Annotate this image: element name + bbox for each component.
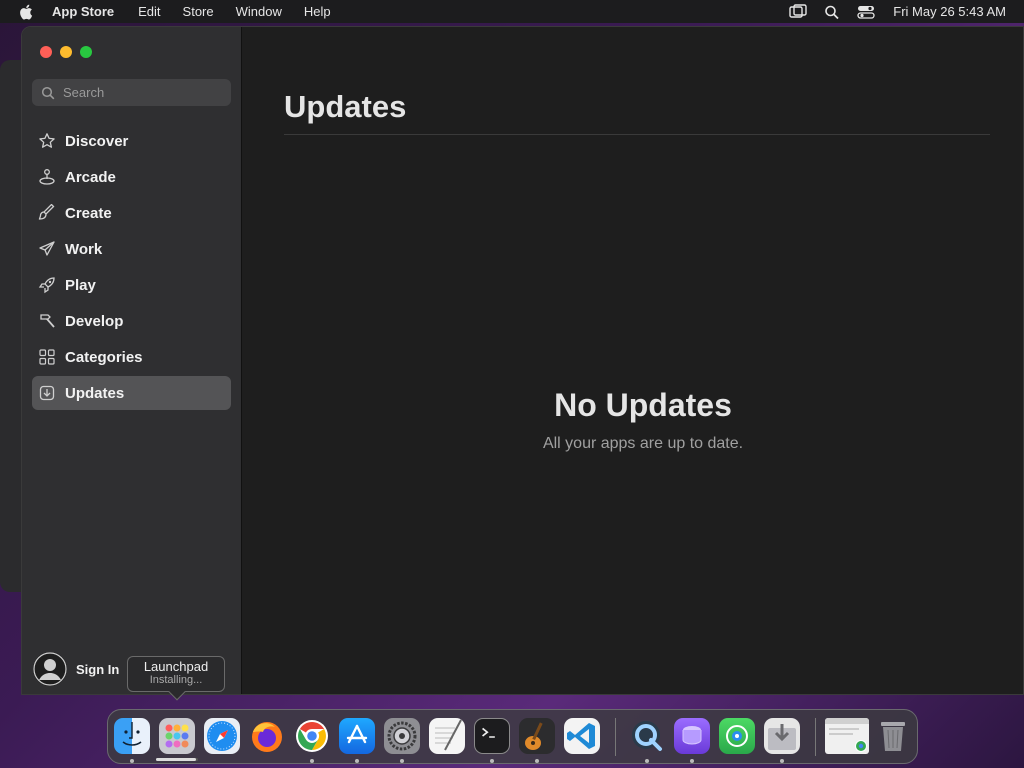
sidebar-item-label: Categories bbox=[65, 348, 143, 366]
sidebar-item-categories[interactable]: Categories bbox=[32, 340, 231, 374]
sidebar-item-label: Updates bbox=[65, 384, 125, 402]
sidebar-item-create[interactable]: Create bbox=[32, 196, 231, 230]
tooltip-tail bbox=[168, 683, 186, 701]
zoom-button[interactable] bbox=[80, 46, 92, 58]
tooltip-title: Launchpad bbox=[143, 659, 209, 674]
edit-menu[interactable]: Edit bbox=[138, 4, 160, 19]
sign-in-button[interactable]: Sign In bbox=[76, 662, 119, 677]
sidebar-item-arcade[interactable]: Arcade bbox=[32, 160, 231, 194]
window-menu[interactable]: Window bbox=[236, 4, 282, 19]
textedit-icon[interactable] bbox=[429, 718, 465, 754]
sidebar-item-label: Discover bbox=[65, 132, 129, 150]
trash-icon[interactable] bbox=[875, 718, 911, 754]
sidebar-item-discover[interactable]: Discover bbox=[32, 124, 231, 158]
store-menu[interactable]: Store bbox=[183, 4, 214, 19]
downloads-folder-icon[interactable] bbox=[764, 718, 800, 754]
search-field[interactable] bbox=[32, 79, 231, 106]
sidebar-item-develop[interactable]: Develop bbox=[32, 304, 231, 338]
app-store-window: Discover Arcade Create Work Play Develop bbox=[21, 26, 1024, 695]
background-window[interactable] bbox=[0, 60, 22, 592]
sidebar: Discover Arcade Create Work Play Develop bbox=[22, 27, 242, 694]
running-indicator bbox=[690, 759, 694, 763]
chrome-icon[interactable] bbox=[294, 718, 330, 754]
running-indicator bbox=[645, 759, 649, 763]
running-indicator bbox=[490, 759, 494, 763]
firefox-icon[interactable] bbox=[249, 718, 285, 754]
system-settings-icon[interactable] bbox=[384, 718, 420, 754]
chrome-window-thumbnail-icon[interactable] bbox=[825, 718, 869, 754]
empty-state-subtitle: All your apps are up to date. bbox=[542, 435, 744, 452]
title-divider bbox=[284, 134, 990, 135]
grid-icon bbox=[39, 349, 55, 365]
dock-separator bbox=[615, 718, 616, 756]
finder-icon[interactable] bbox=[114, 718, 150, 754]
search-icon bbox=[41, 86, 55, 99]
sidebar-nav: Discover Arcade Create Work Play Develop bbox=[32, 124, 231, 412]
paper-plane-icon bbox=[39, 241, 55, 256]
close-button[interactable] bbox=[40, 46, 52, 58]
window-controls bbox=[40, 46, 100, 58]
screen-mirroring-icon[interactable] bbox=[789, 3, 807, 20]
garageband-icon[interactable] bbox=[519, 718, 555, 754]
sidebar-item-label: Work bbox=[65, 240, 103, 258]
hammer-icon bbox=[40, 314, 55, 328]
app-store-icon[interactable] bbox=[339, 718, 375, 754]
sidebar-item-updates[interactable]: Updates bbox=[32, 376, 231, 410]
sidebar-item-label: Arcade bbox=[65, 168, 116, 186]
running-indicator bbox=[130, 759, 134, 763]
app-menu[interactable]: App Store bbox=[52, 4, 114, 19]
dock bbox=[107, 709, 918, 764]
help-menu[interactable]: Help bbox=[304, 4, 331, 19]
joystick-icon bbox=[39, 169, 55, 185]
disk-utility-icon[interactable] bbox=[674, 718, 710, 754]
running-indicator bbox=[310, 759, 314, 763]
safari-icon[interactable] bbox=[204, 718, 240, 754]
vscode-icon[interactable] bbox=[564, 718, 600, 754]
star-icon bbox=[39, 133, 55, 148]
sidebar-item-label: Develop bbox=[65, 312, 124, 330]
running-indicator bbox=[355, 759, 359, 763]
running-indicator bbox=[535, 759, 539, 763]
terminal-icon[interactable] bbox=[474, 718, 510, 754]
sidebar-item-label: Play bbox=[65, 276, 96, 294]
quicktime-icon[interactable] bbox=[629, 718, 665, 754]
launchpad-install-progress bbox=[156, 758, 198, 761]
sidebar-item-play[interactable]: Play bbox=[32, 268, 231, 302]
find-my-icon[interactable] bbox=[719, 718, 755, 754]
main-content: Updates No Updates All your apps are up … bbox=[242, 27, 1023, 694]
sign-in-area[interactable]: Sign In bbox=[32, 651, 119, 687]
spotlight-search-icon[interactable] bbox=[823, 4, 841, 20]
page-title: Updates bbox=[284, 89, 407, 124]
apple-logo-icon[interactable] bbox=[18, 3, 36, 21]
launchpad-icon[interactable] bbox=[159, 718, 195, 754]
progress-fill bbox=[156, 758, 196, 761]
control-center-icon[interactable] bbox=[857, 4, 875, 20]
dock-separator bbox=[815, 718, 816, 756]
dock-tooltip: Launchpad Installing... bbox=[127, 656, 225, 701]
running-indicator bbox=[780, 759, 784, 763]
avatar-icon bbox=[33, 652, 67, 686]
sidebar-item-work[interactable]: Work bbox=[32, 232, 231, 266]
menu-bar-clock[interactable]: Fri May 26 5:43 AM bbox=[893, 4, 1006, 19]
empty-state-title: No Updates bbox=[554, 387, 732, 423]
rocket-icon bbox=[38, 277, 55, 294]
minimize-button[interactable] bbox=[60, 46, 72, 58]
sidebar-item-label: Create bbox=[65, 204, 112, 222]
running-indicator bbox=[400, 759, 404, 763]
search-input[interactable] bbox=[63, 85, 213, 100]
menu-bar: App Store Edit Store Window Help Fri May… bbox=[0, 0, 1024, 23]
download-icon bbox=[39, 385, 55, 401]
brush-icon bbox=[38, 204, 55, 220]
